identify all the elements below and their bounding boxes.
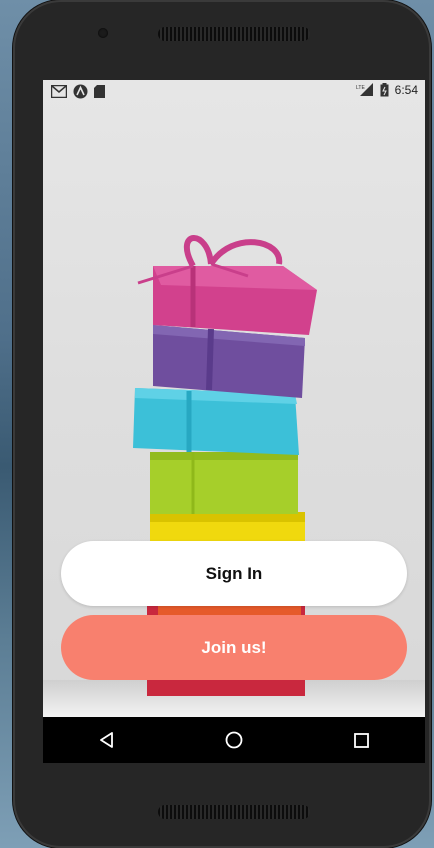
battery-icon xyxy=(380,83,389,97)
status-bar: LTE 6:54 xyxy=(43,80,425,104)
gmail-icon xyxy=(51,85,67,98)
sd-card-icon xyxy=(94,85,105,98)
android-debug-icon xyxy=(73,84,88,99)
recents-button[interactable] xyxy=(331,717,391,763)
earpiece-speaker xyxy=(158,27,310,41)
back-icon xyxy=(99,732,113,748)
home-icon xyxy=(225,731,243,749)
lte-signal-icon: LTE xyxy=(356,83,373,96)
navigation-bar xyxy=(43,717,425,763)
front-camera xyxy=(98,28,108,38)
sign-in-button[interactable]: Sign In xyxy=(61,541,407,606)
phone-frame: LTE 6:54 Sign In Join us! xyxy=(13,0,431,848)
app-screen: LTE 6:54 Sign In Join us! xyxy=(43,80,425,763)
status-time: 6:54 xyxy=(394,83,418,97)
home-button[interactable] xyxy=(204,717,264,763)
bottom-speaker xyxy=(158,805,310,819)
back-button[interactable] xyxy=(77,717,137,763)
join-us-button[interactable]: Join us! xyxy=(61,615,407,680)
recents-icon xyxy=(353,732,369,748)
lte-label: LTE xyxy=(356,85,365,91)
